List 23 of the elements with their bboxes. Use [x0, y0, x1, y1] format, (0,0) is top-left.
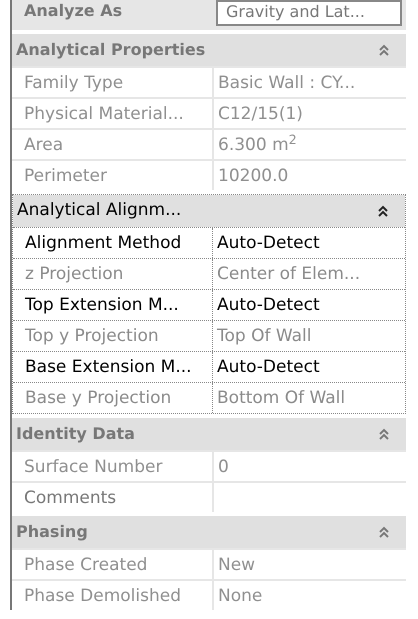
collapse-icon[interactable] — [377, 204, 389, 218]
section-title: Analytical Properties — [16, 39, 206, 61]
property-label: Analyze As — [23, 0, 124, 22]
section-title: Analytical Alignm... — [17, 199, 182, 222]
property-label: Phase Demolished — [12, 581, 212, 610]
property-label: Phase Created — [12, 550, 212, 579]
property-label: Physical Material... — [12, 99, 212, 128]
property-label: Comments — [12, 483, 212, 512]
property-value: 0 — [214, 452, 406, 481]
property-label: Area — [12, 130, 212, 159]
property-value: None — [214, 581, 406, 610]
section-title: Identity Data — [16, 423, 135, 445]
property-value: Basic Wall : CY... — [214, 68, 406, 97]
property-value: 6.300 m$^{2}$ — [214, 130, 406, 159]
dropdown-field[interactable]: Gravity and Lat... — [216, 0, 402, 26]
property-label: Perimeter — [12, 161, 212, 190]
property-value: New — [214, 550, 406, 579]
property-label: Family Type — [12, 68, 212, 97]
section-title: Phasing — [16, 521, 88, 543]
property-label: Surface Number — [12, 452, 212, 481]
section-header[interactable]: Analytical Alignm... — [13, 195, 405, 227]
property-value: 10200.0 — [214, 161, 406, 190]
property-value: C12/15(1) — [214, 99, 406, 128]
